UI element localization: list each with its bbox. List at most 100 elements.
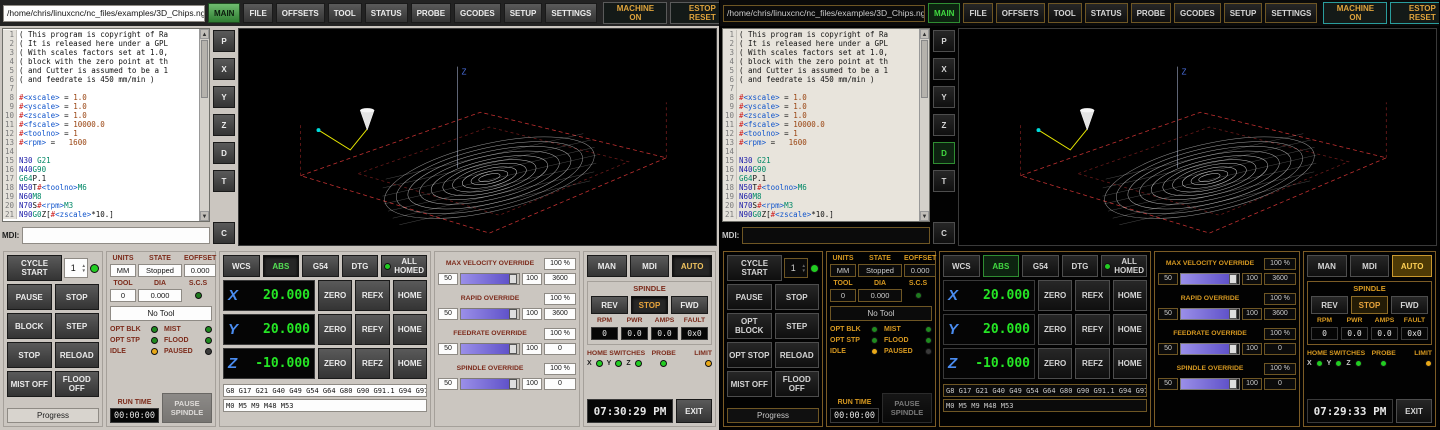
view-button-d[interactable]: D [933, 142, 955, 164]
menu-button-settings[interactable]: SETTINGS [1265, 3, 1317, 23]
auto-button[interactable]: AUTO [1392, 255, 1432, 277]
all-homed-button[interactable]: ALL HOMED [381, 255, 427, 277]
mdi-input[interactable] [742, 227, 930, 244]
slider-handle[interactable] [1229, 274, 1237, 284]
mdi-mode-button[interactable]: MDI [630, 255, 670, 277]
view-button-p[interactable]: P [933, 30, 955, 52]
machine-on-button[interactable]: MACHINE ON [1323, 2, 1387, 24]
step-button[interactable]: STEP [55, 313, 100, 339]
reload-button[interactable]: RELOAD [55, 342, 100, 368]
spin-down-icon[interactable]: ▼ [802, 268, 806, 273]
mdi-mode-button[interactable]: MDI [1350, 255, 1390, 277]
ref-y-button[interactable]: REFY [355, 314, 389, 345]
spindle-fwd-button[interactable]: FWD [671, 296, 708, 314]
scroll-down-icon[interactable]: ▼ [920, 211, 929, 221]
slider-handle[interactable] [509, 274, 517, 284]
abs-button[interactable]: ABS [263, 255, 300, 277]
gcode-editor[interactable]: 1( This program is copyright of Ra2( It … [722, 28, 930, 222]
g54-button[interactable]: G54 [302, 255, 339, 277]
zero-x-button[interactable]: ZERO [1038, 280, 1072, 311]
rapid-slider[interactable] [1180, 308, 1240, 320]
home-x-button[interactable]: HOME [393, 280, 427, 311]
editor-scrollbar[interactable]: ▲ ▼ [199, 29, 209, 221]
opt-stop-button[interactable]: OPT STOP [727, 342, 772, 368]
view-button-x[interactable]: X [213, 58, 235, 80]
stop-button[interactable]: STOP [775, 284, 820, 310]
opt-block-button[interactable]: BLOCK [7, 313, 52, 339]
menu-button-status[interactable]: STATUS [1085, 3, 1128, 23]
menu-button-status[interactable]: STATUS [365, 3, 408, 23]
opt-stop-button[interactable]: STOP [7, 342, 52, 368]
view-button-y[interactable]: Y [933, 86, 955, 108]
pause-spindle-button[interactable]: PAUSE SPINDLE [162, 393, 212, 423]
slider-handle[interactable] [1229, 344, 1237, 354]
menu-button-offsets[interactable]: OFFSETS [996, 3, 1045, 23]
spinner-arrows[interactable]: ▲ ▼ [802, 263, 807, 273]
home-x-button[interactable]: HOME [1113, 280, 1147, 311]
spindle-stop-button[interactable]: STOP [1351, 296, 1388, 314]
scroll-up-icon[interactable]: ▲ [920, 29, 929, 39]
zero-x-button[interactable]: ZERO [318, 280, 352, 311]
stop-button[interactable]: STOP [55, 284, 100, 310]
abs-button[interactable]: ABS [983, 255, 1020, 277]
view-button-t[interactable]: T [213, 170, 235, 192]
view-button-y[interactable]: Y [213, 86, 235, 108]
all-homed-button[interactable]: ALL HOMED [1101, 255, 1147, 277]
feedrate-slider[interactable] [460, 343, 520, 355]
menu-button-file[interactable]: FILE [243, 3, 272, 23]
zero-y-button[interactable]: ZERO [1038, 314, 1072, 345]
editor-scrollbar[interactable]: ▲ ▼ [919, 29, 929, 221]
max-velocity-slider[interactable] [1180, 273, 1240, 285]
preview-3d[interactable]: Z [238, 28, 717, 246]
scrollbar-track[interactable] [920, 99, 929, 211]
slider-handle[interactable] [509, 309, 517, 319]
menu-button-probe[interactable]: PROBE [411, 3, 451, 23]
scrollbar-thumb[interactable] [201, 40, 208, 98]
wcs-button[interactable]: WCS [943, 255, 980, 277]
mist-off-button[interactable]: MIST OFF [727, 371, 772, 397]
mdi-input[interactable] [22, 227, 210, 244]
opt-block-button[interactable]: OPT BLOCK [727, 313, 772, 339]
view-button-z[interactable]: Z [213, 114, 235, 136]
ref-x-button[interactable]: REFX [355, 280, 389, 311]
zero-y-button[interactable]: ZERO [318, 314, 352, 345]
menu-button-probe[interactable]: PROBE [1131, 3, 1171, 23]
menu-button-offsets[interactable]: OFFSETS [276, 3, 325, 23]
menu-button-main[interactable]: MAIN [208, 3, 240, 23]
spindle-stop-button[interactable]: STOP [631, 296, 668, 314]
home-z-button[interactable]: HOME [393, 348, 427, 379]
home-y-button[interactable]: HOME [1113, 314, 1147, 345]
menu-button-gcodes[interactable]: GCODES [1174, 3, 1221, 23]
cycle-count-spinner[interactable]: 1 ▲ ▼ [64, 258, 88, 278]
menu-button-setup[interactable]: SETUP [504, 3, 543, 23]
ref-x-button[interactable]: REFX [1075, 280, 1109, 311]
machine-on-button[interactable]: MACHINE ON [603, 2, 667, 24]
dtg-button[interactable]: DTG [1062, 255, 1099, 277]
cycle-start-button[interactable]: CYCLE START [7, 255, 62, 281]
file-path-entry[interactable]: /home/chris/linuxcnc/nc_files/examples/3… [723, 5, 925, 22]
view-button-z[interactable]: Z [933, 114, 955, 136]
view-button-c[interactable]: C [933, 222, 955, 244]
ref-y-button[interactable]: REFY [1075, 314, 1109, 345]
spindle-rev-button[interactable]: REV [591, 296, 628, 314]
max-velocity-slider[interactable] [460, 273, 520, 285]
man-button[interactable]: MAN [1307, 255, 1347, 277]
scroll-down-icon[interactable]: ▼ [200, 211, 209, 221]
scroll-up-icon[interactable]: ▲ [200, 29, 209, 39]
spindle-slider[interactable] [1180, 378, 1240, 390]
wcs-button[interactable]: WCS [223, 255, 260, 277]
spindle-slider[interactable] [460, 378, 520, 390]
home-y-button[interactable]: HOME [393, 314, 427, 345]
reload-button[interactable]: RELOAD [775, 342, 820, 368]
menu-button-tool[interactable]: TOOL [1048, 3, 1082, 23]
scrollbar-thumb[interactable] [921, 40, 928, 98]
menu-button-setup[interactable]: SETUP [1224, 3, 1263, 23]
g54-button[interactable]: G54 [1022, 255, 1059, 277]
view-button-x[interactable]: X [933, 58, 955, 80]
flood-off-button[interactable]: FLOOD OFF [775, 371, 820, 397]
flood-off-button[interactable]: FLOOD OFF [55, 371, 100, 397]
gcode-editor[interactable]: 1( This program is copyright of Ra2( It … [2, 28, 210, 222]
exit-button[interactable]: EXIT [676, 399, 712, 423]
estop-reset-button[interactable]: ESTOP RESET [670, 2, 720, 24]
file-path-entry[interactable]: /home/chris/linuxcnc/nc_files/examples/3… [3, 5, 205, 22]
